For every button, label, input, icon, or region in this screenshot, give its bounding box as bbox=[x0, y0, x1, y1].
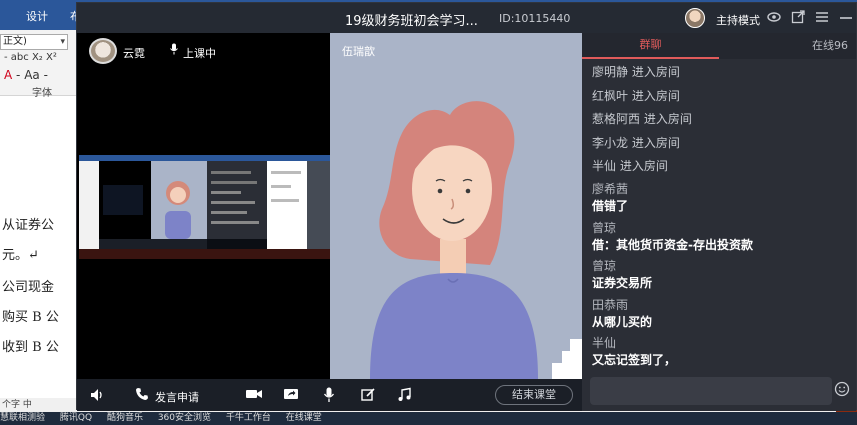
chat-tabs: 群聊 在线96 bbox=[582, 33, 856, 59]
edit-board-icon[interactable] bbox=[361, 387, 376, 406]
chat-message: 曾琼 借：其他货币资金-存出投资款 bbox=[592, 220, 852, 259]
microphone-icon bbox=[169, 43, 179, 58]
document-line: 元。↵ bbox=[2, 248, 39, 263]
class-title: 19级财务班初会学习... bbox=[345, 14, 478, 29]
join-notice: 廖明静 进入房间 bbox=[592, 63, 852, 87]
taskbar-item[interactable]: 腾讯QQ bbox=[60, 413, 92, 423]
minimize-icon[interactable] bbox=[839, 10, 853, 28]
end-class-button[interactable]: 结束课堂 bbox=[495, 385, 573, 405]
join-notice: 惹格阿西 进入房间 bbox=[592, 110, 852, 134]
document-line: 收到 B 公 bbox=[2, 340, 59, 355]
chat-message: 田恭雨 从哪儿买的 bbox=[592, 297, 852, 336]
join-action: 进入房间 bbox=[619, 159, 668, 174]
room-id: ID:10115440 bbox=[499, 12, 571, 25]
chat-panel: 群聊 在线96 廖明静 进入房间 红枫叶 进入房间 惹格阿西 进入房间 李小龙 … bbox=[582, 33, 856, 411]
raise-hand-button[interactable]: 发言申请 bbox=[155, 389, 199, 405]
message-sender: 曾琼 bbox=[592, 259, 617, 274]
document-line: 购买 B 公 bbox=[2, 310, 59, 325]
title-bar: 19级财务班初会学习... ID:10115440 主持模式 bbox=[77, 3, 856, 33]
message-text: 借错了 bbox=[592, 198, 629, 213]
emoji-icon[interactable] bbox=[834, 381, 850, 401]
document-line: 公司现金 bbox=[2, 280, 55, 295]
join-name: 惹格阿西 bbox=[592, 112, 641, 127]
host-avatar[interactable] bbox=[685, 8, 705, 28]
chat-message: 廖希茜 借错了 bbox=[592, 181, 852, 220]
message-text: 又忘记签到了， bbox=[592, 353, 677, 368]
eye-icon[interactable] bbox=[767, 10, 781, 28]
chevron-down-icon: ▾ bbox=[60, 37, 65, 47]
teacher-video-tile[interactable]: 云霓 上课中 bbox=[77, 33, 330, 379]
music-icon[interactable] bbox=[397, 387, 412, 406]
join-notice: 李小龙 进入房间 bbox=[592, 134, 852, 158]
message-sender: 曾琼 bbox=[592, 220, 617, 235]
tab-online-users[interactable]: 在线96 bbox=[812, 33, 848, 59]
join-action: 进入房间 bbox=[631, 135, 680, 150]
document-line: 从证券公 bbox=[2, 218, 55, 233]
join-notice: 半仙 进入房间 bbox=[592, 157, 852, 181]
teacher-name: 云霓 bbox=[123, 47, 145, 60]
speaker-icon[interactable] bbox=[89, 387, 105, 407]
font-name-value: 正文) bbox=[3, 36, 27, 47]
font-color-icon[interactable]: A bbox=[4, 68, 12, 82]
word-tab-design[interactable]: 设计 bbox=[26, 8, 48, 24]
join-action: 进入房间 bbox=[631, 65, 680, 79]
message-sender: 半仙 bbox=[592, 336, 617, 351]
join-name: 半仙 bbox=[592, 159, 617, 174]
font-color-buttons[interactable]: A - Aa - bbox=[4, 68, 48, 82]
message-text: 证券交易所 bbox=[592, 276, 653, 291]
message-text: 借：其他货币资金-存出投资款 bbox=[592, 237, 753, 252]
join-action: 进入房间 bbox=[631, 88, 680, 103]
microphone-icon[interactable] bbox=[323, 387, 335, 407]
join-name: 李小龙 bbox=[592, 135, 629, 150]
camera-icon[interactable] bbox=[245, 387, 263, 405]
teacher-status: 上课中 bbox=[183, 47, 216, 60]
classroom-window: 19级财务班初会学习... ID:10115440 主持模式 云霓 上课中 伍瑞… bbox=[76, 2, 857, 411]
chat-message: 曾琼 证券交易所 bbox=[592, 258, 852, 297]
tab-group-chat[interactable]: 群聊 bbox=[582, 33, 719, 59]
chat-message-list[interactable]: 廖明静 进入房间 红枫叶 进入房间 惹格阿西 进入房间 李小龙 进入房间 半仙 … bbox=[592, 63, 852, 374]
font-name-select[interactable]: 正文) ▾ bbox=[0, 34, 68, 50]
font-group-label: 字体 bbox=[32, 88, 52, 99]
font-format-buttons[interactable]: - abc X₂ X² bbox=[4, 52, 57, 63]
phone-icon[interactable] bbox=[135, 387, 149, 405]
font-size-change-icon[interactable]: - Aa - bbox=[16, 68, 48, 82]
student-avatar-illustration bbox=[370, 101, 582, 379]
taskbar-item[interactable]: 酷狗音乐 bbox=[107, 413, 143, 423]
shared-screen-preview bbox=[79, 155, 330, 259]
taskbar-item[interactable]: 千牛工作台 bbox=[226, 413, 271, 423]
chat-message: 半仙 又忘记签到了， bbox=[592, 335, 852, 374]
taskbar-item[interactable]: 慧联相测验 bbox=[0, 413, 45, 423]
join-name: 红枫叶 bbox=[592, 88, 629, 103]
taskbar: 慧联相测验 腾讯QQ 酷狗音乐 360安全浏览 千牛工作台 在线课堂 bbox=[0, 412, 857, 425]
control-bar: 发言申请 结束课堂 bbox=[77, 379, 582, 411]
screen-share-icon[interactable] bbox=[283, 387, 299, 405]
teacher-avatar bbox=[89, 38, 117, 64]
join-name: 廖明静 bbox=[592, 65, 629, 79]
message-text: 从哪儿买的 bbox=[592, 314, 653, 329]
message-sender: 田恭雨 bbox=[592, 297, 629, 312]
host-mode-label[interactable]: 主持模式 bbox=[716, 12, 760, 28]
popout-icon[interactable] bbox=[791, 10, 805, 28]
student-video-tile[interactable]: 伍瑞歆 bbox=[330, 33, 582, 379]
taskbar-item[interactable]: 360安全浏览 bbox=[158, 413, 211, 423]
join-action: 进入房间 bbox=[643, 112, 692, 127]
message-sender: 廖希茜 bbox=[592, 181, 629, 196]
menu-icon[interactable] bbox=[815, 10, 829, 28]
chat-input[interactable] bbox=[590, 377, 832, 405]
join-notice: 红枫叶 进入房间 bbox=[592, 87, 852, 111]
taskbar-item[interactable]: 在线课堂 bbox=[286, 413, 322, 423]
